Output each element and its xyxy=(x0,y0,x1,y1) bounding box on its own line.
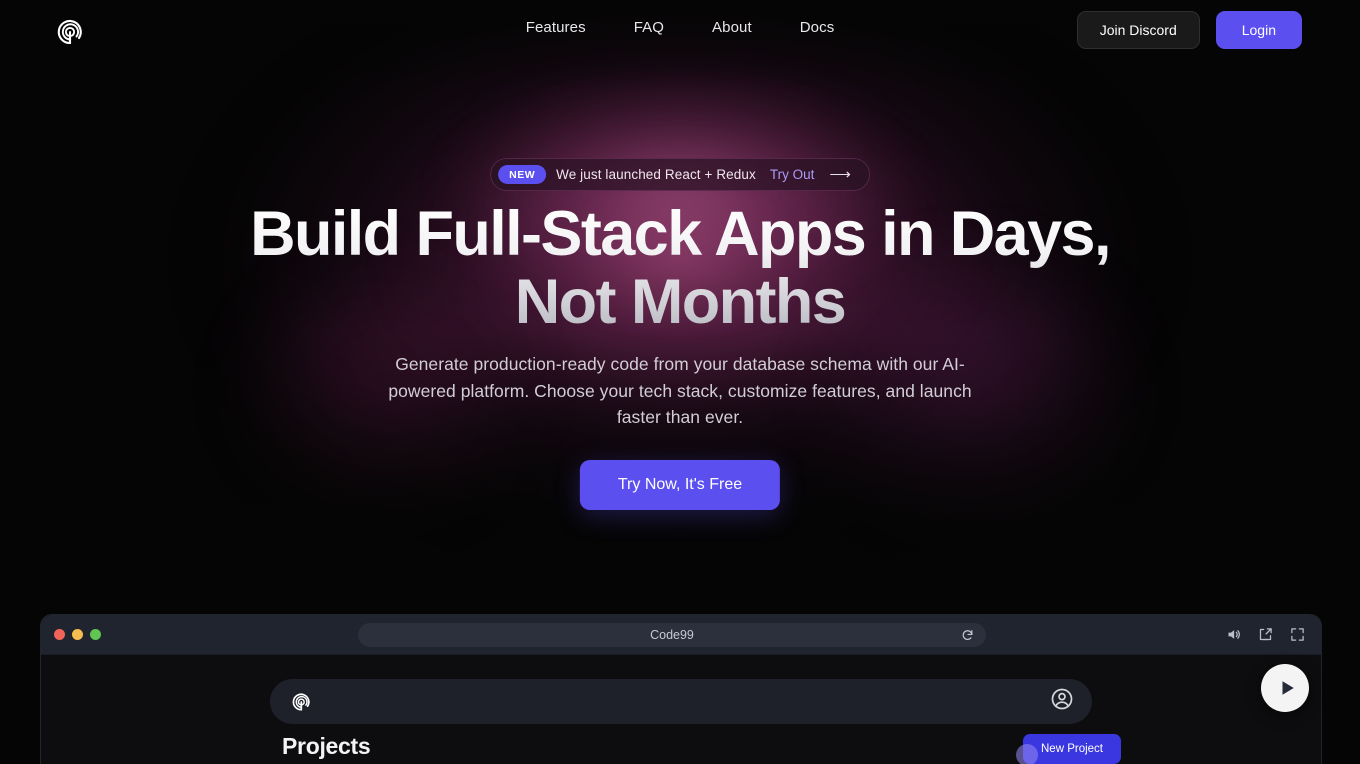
spiral-logo-icon xyxy=(292,692,310,711)
app-page-title: Projects xyxy=(282,733,371,759)
app-header-bar xyxy=(270,679,1092,724)
nav-links: Features FAQ About Docs xyxy=(502,13,859,42)
fullscreen-icon[interactable] xyxy=(1290,627,1305,642)
headline-line-1: Build Full-Stack Apps in Days, xyxy=(250,199,1110,269)
reload-icon[interactable] xyxy=(961,628,974,641)
user-avatar[interactable] xyxy=(1050,687,1074,716)
login-button[interactable]: Login xyxy=(1215,11,1302,49)
url-text: Code99 xyxy=(650,627,694,642)
announcement-banner[interactable]: NEW We just launched React + Redux Try O… xyxy=(490,158,870,191)
spiral-logo-icon xyxy=(57,19,82,45)
app-brand-logo[interactable] xyxy=(288,688,316,716)
app-viewport: Projects New Project xyxy=(41,655,1321,764)
join-discord-button[interactable]: Join Discord xyxy=(1076,11,1200,49)
browser-titlebar: Code99 xyxy=(41,615,1321,655)
headline-line-2: Not Months xyxy=(514,267,846,337)
hero-subtitle: Generate production-ready code from your… xyxy=(388,354,972,428)
page-root: Features FAQ About Docs Join Discord Log… xyxy=(0,0,1360,764)
nav-link-faq[interactable]: FAQ xyxy=(610,13,688,42)
user-avatar-icon xyxy=(1051,688,1073,710)
arrow-right-icon: ⟶ xyxy=(829,166,851,183)
announcement-text: We just launched React + Redux xyxy=(556,167,756,182)
nav-link-about[interactable]: About xyxy=(688,13,776,42)
play-icon xyxy=(1282,681,1294,695)
minimize-yellow-dot[interactable] xyxy=(72,629,83,640)
announcement-try-out-link[interactable]: Try Out xyxy=(770,167,815,182)
announcement-badge: NEW xyxy=(498,165,547,184)
maximize-green-dot[interactable] xyxy=(90,629,101,640)
url-bar[interactable]: Code99 xyxy=(358,622,986,647)
volume-icon[interactable] xyxy=(1226,627,1241,642)
browser-toolbar-icons xyxy=(1226,627,1305,642)
brand-logo[interactable] xyxy=(48,9,94,55)
play-button-overlay[interactable] xyxy=(1261,664,1309,712)
close-red-dot[interactable] xyxy=(54,629,65,640)
page-title: Build Full-Stack Apps in Days, Not Month… xyxy=(180,203,1180,334)
top-navbar: Features FAQ About Docs Join Discord Log… xyxy=(0,0,1360,62)
external-link-icon[interactable] xyxy=(1258,627,1273,642)
try-now-button[interactable]: Try Now, It's Free xyxy=(579,460,781,510)
browser-mockup: Code99 Projects New Project xyxy=(40,614,1322,764)
nav-actions: Join Discord Login xyxy=(1076,11,1302,49)
nav-link-features[interactable]: Features xyxy=(502,13,610,42)
nav-link-docs[interactable]: Docs xyxy=(776,13,859,42)
new-project-button[interactable]: New Project xyxy=(1023,734,1121,764)
traffic-lights xyxy=(54,629,101,640)
